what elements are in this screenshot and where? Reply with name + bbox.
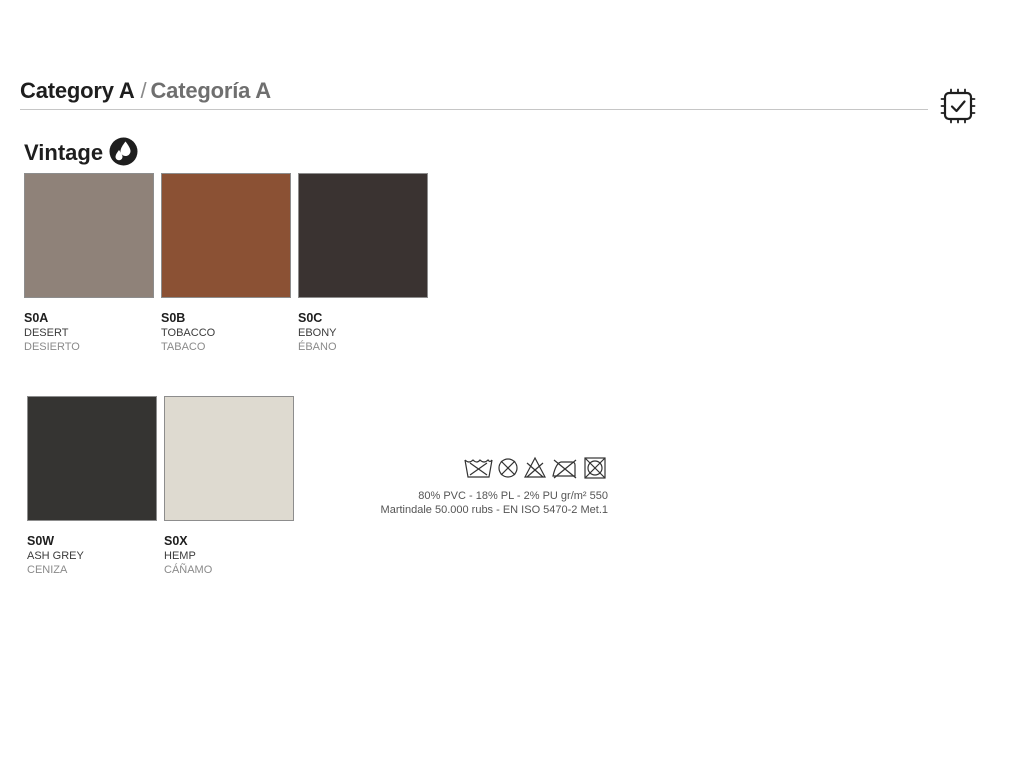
swatch-label-s0a: S0A DESERT DESIERTO: [24, 311, 154, 355]
title-separator: /: [140, 78, 147, 103]
swatch-label-s0c: S0C EBONY ÉBANO: [298, 311, 428, 355]
swatch-name-es: CENIZA: [27, 564, 68, 576]
care-symbols: [464, 456, 606, 479]
swatch-s0b: [161, 173, 291, 298]
swatch-label-s0b: S0B TOBACCO TABACO: [161, 311, 291, 355]
swatch-code: S0X: [164, 534, 188, 548]
category-header: Category A / Categoría A: [20, 78, 928, 110]
swatch-s0a: [24, 173, 154, 298]
swatch-s0w: [27, 396, 157, 521]
no-dryclean-icon: [584, 457, 606, 479]
wash-30-icon: [464, 459, 493, 478]
swatch-label-s0x: S0X HEMP CÁÑAMO: [164, 534, 294, 578]
swatch-name-es: TABACO: [161, 341, 206, 353]
category-title: Category A / Categoría A: [20, 78, 271, 104]
water-repellent-icon: [109, 137, 138, 166]
swatch-name-en: DESERT: [24, 326, 69, 339]
swatch-name-en: ASH GREY: [27, 549, 84, 562]
no-tumble-dry-icon: [498, 458, 518, 478]
swatch-name-en: TOBACCO: [161, 326, 216, 339]
swatch-code: S0C: [298, 311, 323, 325]
swatch-code: S0B: [161, 311, 186, 325]
swatch-name-es: CÁÑAMO: [164, 564, 213, 576]
swatch-name-en: EBONY: [298, 326, 337, 339]
swatch-code: S0A: [24, 311, 49, 325]
swatch-s0c: [298, 173, 428, 298]
certified-check-icon: [940, 88, 976, 124]
swatch-s0x: [164, 396, 294, 521]
composition-text: 80% PVC - 18% PL - 2% PU gr/m² 550: [418, 490, 608, 502]
swatch-name-en: HEMP: [164, 549, 196, 562]
swatch-code: S0W: [27, 534, 55, 548]
category-title-es: Categoría A: [150, 78, 271, 103]
swatch-label-s0w: S0W ASH GREY CENIZA: [27, 534, 157, 578]
collection-title: Vintage: [24, 140, 104, 165]
martindale-text: Martindale 50.000 rubs - EN ISO 5470-2 M…: [380, 504, 608, 516]
category-title-en: Category A: [20, 78, 135, 103]
swatch-name-es: ÉBANO: [298, 341, 337, 353]
no-iron-icon: [552, 459, 577, 479]
swatch-name-es: DESIERTO: [24, 341, 80, 353]
no-bleach-icon: [524, 456, 546, 478]
